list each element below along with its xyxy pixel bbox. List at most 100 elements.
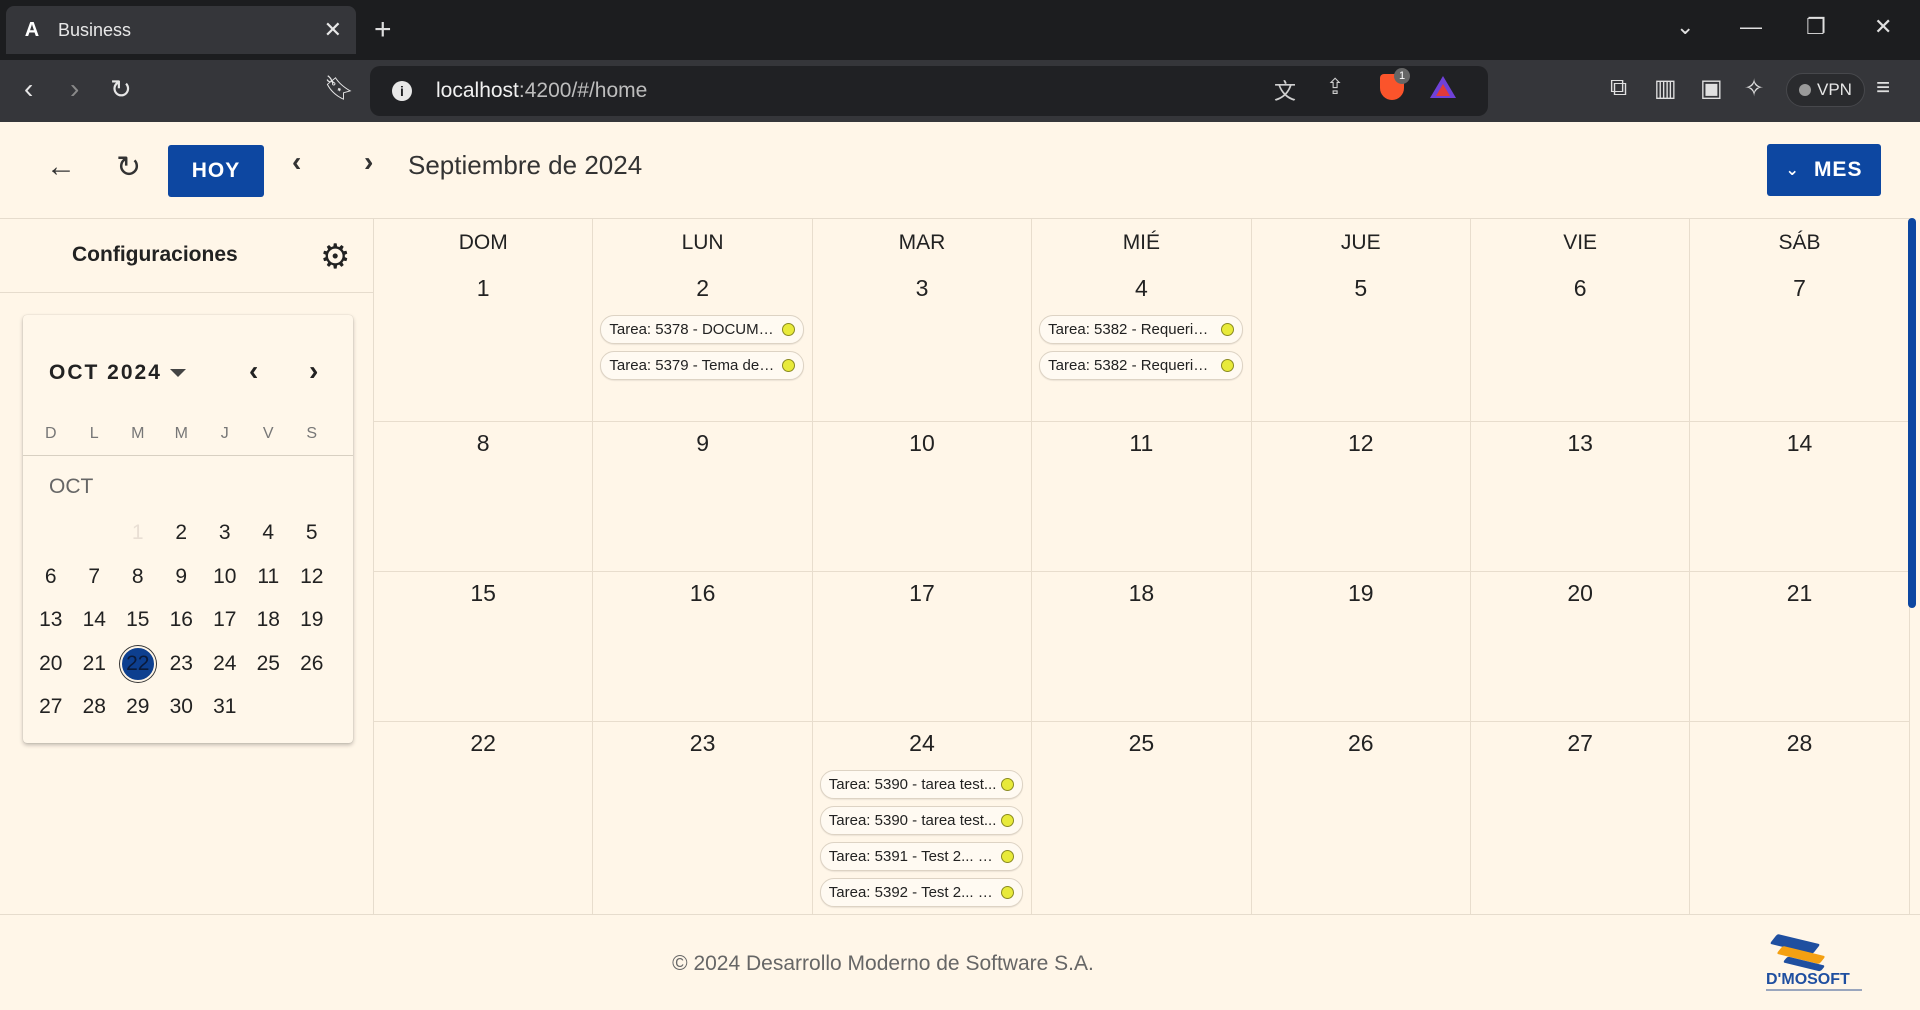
back-icon[interactable]: ‹ — [24, 74, 33, 104]
day-cell[interactable]: 13 — [1470, 422, 1691, 572]
mini-day[interactable]: 27 — [29, 685, 73, 729]
tab-list-chevron-icon[interactable]: ⌄ — [1676, 14, 1694, 40]
day-cell[interactable]: 18 — [1032, 572, 1252, 722]
mini-day[interactable]: 28 — [73, 685, 117, 729]
day-cell[interactable]: 10 — [812, 422, 1033, 572]
day-cell[interactable]: 16 — [593, 572, 813, 722]
day-number[interactable]: 8 — [374, 430, 592, 457]
day-number[interactable]: 5 — [1252, 275, 1470, 302]
close-tab-icon[interactable]: ✕ — [324, 17, 342, 43]
day-number[interactable]: 27 — [1471, 730, 1689, 757]
day-number[interactable]: 21 — [1690, 580, 1908, 607]
new-tab-button[interactable]: + — [374, 12, 392, 48]
mini-day[interactable]: 26 — [290, 642, 334, 686]
leo-ai-icon[interactable]: ✧ — [1744, 74, 1764, 103]
mini-day[interactable]: 7 — [73, 555, 117, 599]
mini-day[interactable]: 2 — [160, 511, 204, 555]
mini-day[interactable]: 9 — [160, 555, 204, 599]
mini-day[interactable]: 18 — [247, 598, 291, 642]
view-selector-button[interactable]: ⌄ MES — [1767, 144, 1881, 196]
mini-next-icon[interactable]: › — [309, 355, 318, 387]
day-cell[interactable]: 11 — [1032, 422, 1252, 572]
day-number[interactable]: 2 — [593, 275, 811, 302]
wallet-icon[interactable]: ▣ — [1700, 74, 1723, 103]
day-cell[interactable]: 28 — [1690, 722, 1910, 915]
day-number[interactable]: 4 — [1032, 275, 1250, 302]
vpn-button[interactable]: VPN — [1786, 73, 1865, 107]
day-cell[interactable]: 8 — [374, 422, 594, 572]
today-button[interactable]: HOY — [168, 145, 264, 197]
day-cell[interactable]: 22 — [374, 722, 594, 915]
mini-day[interactable]: 15 — [116, 598, 160, 642]
day-number[interactable]: 13 — [1471, 430, 1689, 457]
day-cell[interactable]: 17 — [812, 572, 1033, 722]
gear-icon[interactable]: ⚙ — [320, 237, 350, 277]
mini-day[interactable]: 20 — [29, 642, 73, 686]
mini-day[interactable]: 24 — [203, 642, 247, 686]
day-number[interactable]: 1 — [374, 275, 592, 302]
day-number[interactable]: 11 — [1032, 430, 1250, 457]
day-number[interactable]: 25 — [1032, 730, 1250, 757]
sidebar-toggle-icon[interactable]: ▥ — [1654, 74, 1677, 103]
mini-day[interactable]: 10 — [203, 555, 247, 599]
day-number[interactable]: 6 — [1471, 275, 1689, 302]
day-cell[interactable]: 12 — [1251, 422, 1471, 572]
day-number[interactable]: 18 — [1032, 580, 1250, 607]
day-number[interactable]: 12 — [1252, 430, 1470, 457]
event-chip[interactable]: Tarea: 5379 - Tema de l... — [600, 351, 804, 380]
reload-icon[interactable]: ↻ — [110, 74, 132, 104]
restore-icon[interactable]: ❐ — [1806, 14, 1826, 40]
day-cell[interactable]: DOM 1 — [374, 219, 594, 422]
event-chip[interactable]: Tarea: 5391 - Test 2... - ... — [819, 842, 1024, 871]
day-number[interactable]: 10 — [813, 430, 1031, 457]
day-number[interactable]: 23 — [593, 730, 811, 757]
mini-day[interactable]: 16 — [160, 598, 204, 642]
day-cell[interactable]: VIE 6 — [1470, 219, 1691, 422]
mini-day[interactable]: 12 — [290, 555, 334, 599]
day-cell[interactable]: MAR 3 — [812, 219, 1033, 422]
event-chip[interactable]: Tarea: 5382 - Requerim... — [1039, 315, 1243, 344]
event-chip[interactable]: Tarea: 5390 - tarea test... — [819, 770, 1024, 799]
bookmark-icon[interactable]: 🔖︎ — [324, 74, 354, 104]
event-chip[interactable]: Tarea: 5392 - Test 2... - ... — [819, 878, 1024, 907]
day-cell[interactable]: 15 — [374, 572, 594, 722]
mini-day-today[interactable]: 22 — [116, 642, 160, 686]
day-number[interactable]: 15 — [374, 580, 592, 607]
day-number[interactable]: 3 — [813, 275, 1031, 302]
mini-day[interactable]: 13 — [29, 598, 73, 642]
day-cell[interactable]: 26 — [1251, 722, 1471, 915]
translate-icon[interactable]: 文 — [1274, 74, 1296, 106]
event-chip[interactable]: Tarea: 5390 - tarea test... — [819, 806, 1024, 835]
next-month-icon[interactable]: › — [364, 146, 373, 178]
share-icon[interactable]: ⇪ — [1326, 74, 1344, 100]
mini-day[interactable]: 11 — [247, 555, 291, 599]
day-number[interactable]: 28 — [1690, 730, 1908, 757]
day-number[interactable]: 19 — [1252, 580, 1470, 607]
day-number[interactable]: 26 — [1252, 730, 1470, 757]
day-number[interactable]: 24 — [813, 730, 1031, 757]
day-number[interactable]: 17 — [813, 580, 1031, 607]
day-cell[interactable]: 23 — [593, 722, 813, 915]
day-number[interactable]: 7 — [1690, 275, 1908, 302]
mini-prev-icon[interactable]: ‹ — [249, 355, 258, 387]
day-cell[interactable]: 27 — [1470, 722, 1691, 915]
site-info-icon[interactable]: i — [392, 81, 412, 101]
day-number[interactable]: 20 — [1471, 580, 1689, 607]
mini-day[interactable]: 25 — [247, 642, 291, 686]
day-number[interactable]: 14 — [1690, 430, 1908, 457]
mini-day[interactable]: 4 — [247, 511, 291, 555]
day-cell[interactable]: 19 — [1251, 572, 1471, 722]
mini-day[interactable]: 8 — [116, 555, 160, 599]
close-window-icon[interactable]: ✕ — [1874, 14, 1892, 40]
mini-day[interactable]: 6 — [29, 555, 73, 599]
day-number[interactable]: 9 — [593, 430, 811, 457]
day-number[interactable]: 16 — [593, 580, 811, 607]
event-chip[interactable]: Tarea: 5382 - Requerim... — [1039, 351, 1243, 380]
day-cell[interactable]: 14 — [1690, 422, 1910, 572]
mini-day[interactable]: 30 — [160, 685, 204, 729]
day-number[interactable]: 22 — [374, 730, 592, 757]
day-cell[interactable]: 24 Tarea: 5390 - tarea test... Tarea: 5390… — [812, 722, 1033, 915]
browser-tab[interactable]: A Business ✕ — [6, 6, 356, 54]
minimize-icon[interactable]: — — [1740, 14, 1762, 40]
scrollbar[interactable] — [1908, 218, 1916, 608]
